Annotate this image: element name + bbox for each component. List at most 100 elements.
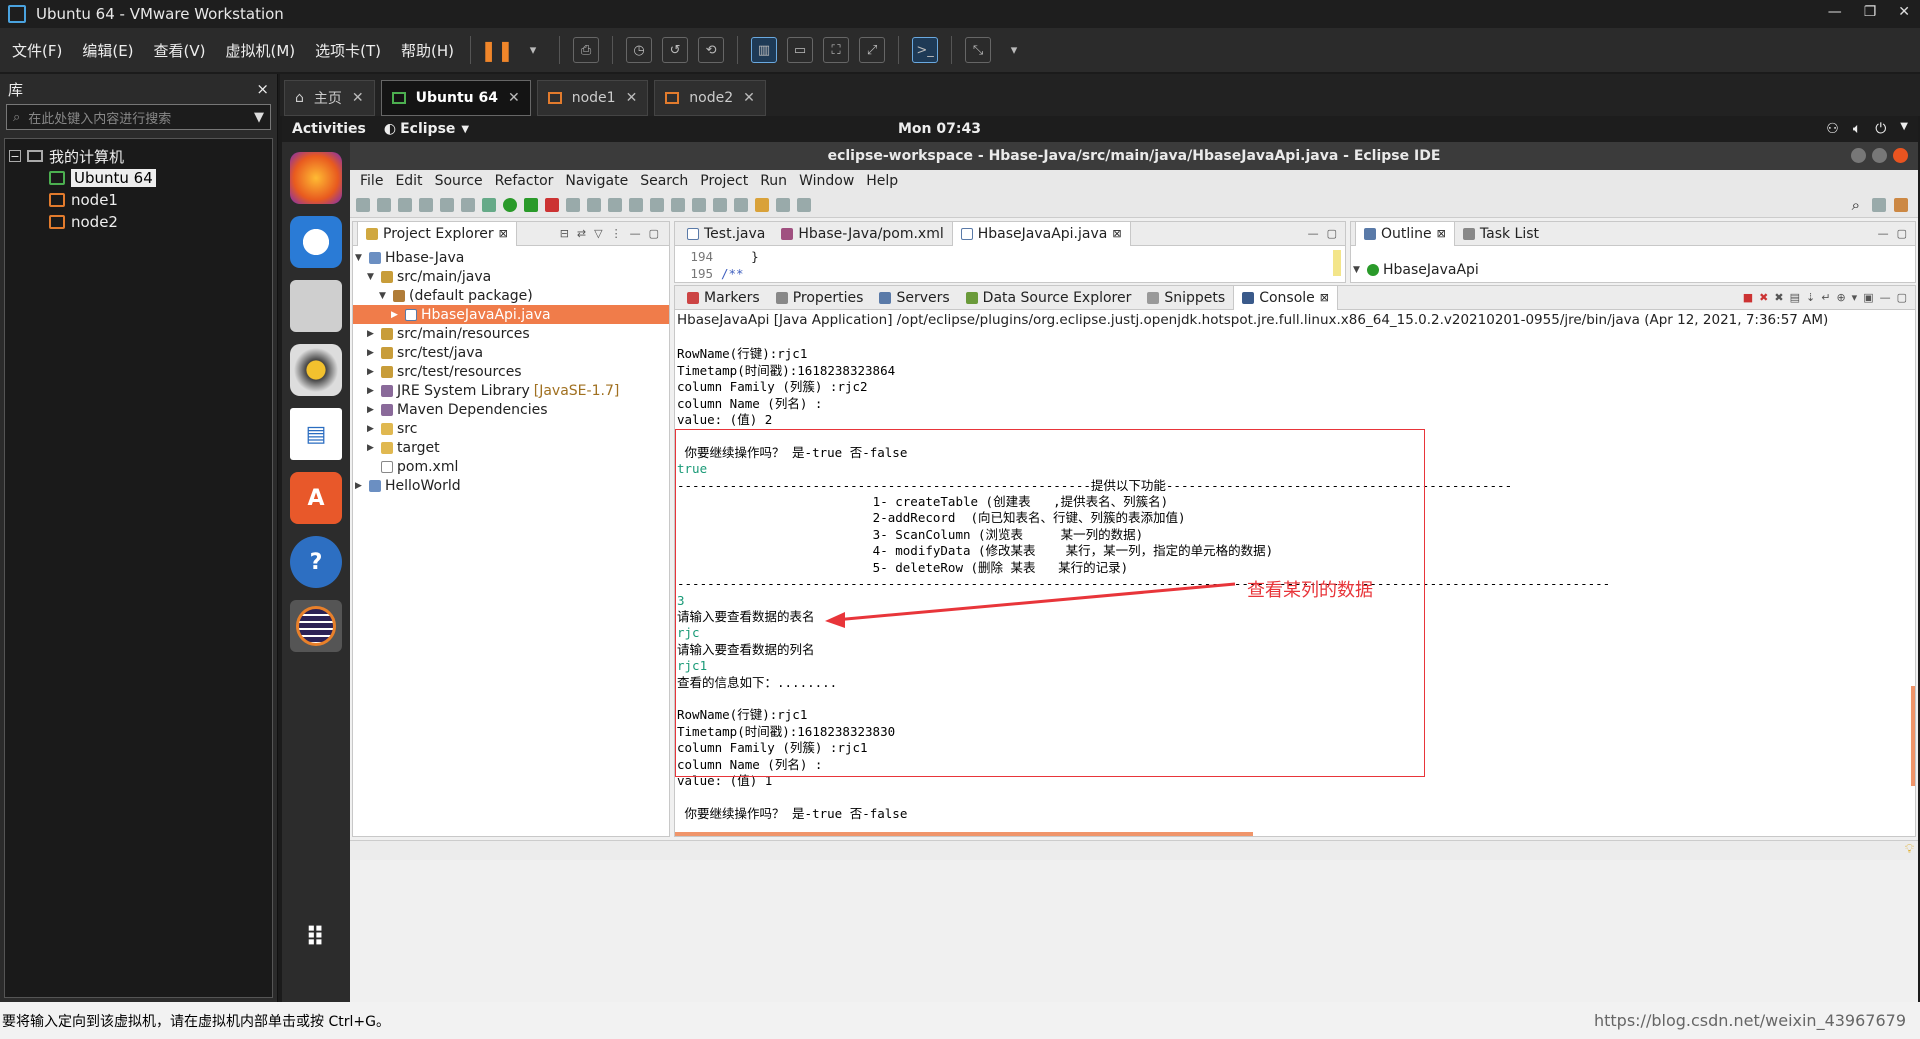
word-wrap-icon[interactable]: ↵ [1821,291,1830,304]
tree-node-project[interactable]: ▼ Hbase-Java [353,248,669,267]
tree-node-src[interactable]: ▶ src [353,419,669,438]
run-icon[interactable] [503,197,517,212]
tab-servers[interactable]: Servers [871,286,957,310]
close-tab-icon[interactable]: ✕ [626,90,638,106]
tab-properties[interactable]: Properties [768,286,872,310]
menu-window[interactable]: Window [793,173,860,189]
tab-console[interactable]: Console ⊠ [1233,285,1338,310]
menu-edit[interactable]: Edit [389,173,428,189]
pin-console-icon[interactable]: ⊕ [1836,291,1845,304]
collapsed-icon[interactable]: ▶ [367,443,377,453]
pause-icon[interactable]: ❚❚ [480,37,514,63]
mark-occurrences-icon[interactable] [671,197,685,212]
remove-all-icon[interactable]: ✖ [1774,291,1783,304]
expanded-icon[interactable]: ▼ [367,272,377,282]
tab-snippets[interactable]: Snippets [1139,286,1233,310]
collapsed-icon[interactable]: ▶ [355,481,365,491]
tab-data-source-explorer[interactable]: Data Source Explorer [958,286,1140,310]
activities-button[interactable]: Activities [292,121,366,137]
close-tab-icon[interactable]: ⊠ [1437,227,1446,240]
tree-node-src-test-resources[interactable]: ▶ src/test/resources [353,362,669,381]
firefox-icon[interactable] [290,152,342,204]
link-editor-icon[interactable]: ⇄ [577,227,586,240]
full-screen-icon[interactable]: ⛶ [823,37,850,63]
expanded-icon[interactable]: ▼ [355,253,365,263]
minimize-view-icon[interactable]: — [1880,291,1891,304]
eclipse-icon[interactable] [290,600,342,652]
forward-icon[interactable] [776,197,790,212]
guest-display[interactable]: Activities ◐ Eclipse ▼ Mon 07:43 ⚇ 🔈︎ ⏻ … [282,116,1918,1002]
menu-help[interactable]: Help [860,173,904,189]
tree-item-node1[interactable]: node1 [9,189,268,211]
pin-icon[interactable] [692,197,706,212]
library-close-icon[interactable]: × [256,80,269,98]
maximize-view-icon[interactable]: ▢ [1897,227,1907,240]
system-tray[interactable]: ⚇ 🔈︎ ⏻ ▼ [1826,121,1908,137]
back-icon[interactable] [755,197,769,212]
close-tab-icon[interactable]: ⊠ [1320,291,1329,304]
expanded-icon[interactable]: ▼ [1353,265,1363,275]
unity-icon[interactable]: ⤢ [859,37,886,63]
tab-test-java[interactable]: Test.java [679,222,773,246]
tab-home[interactable]: ⌂ 主页 ✕ [284,80,375,116]
collapse-icon[interactable]: − [9,150,21,163]
tree-node-maven[interactable]: ▶ Maven Dependencies [353,400,669,419]
tab-ubuntu64[interactable]: Ubuntu 64 ✕ [380,80,531,116]
overview-ruler[interactable] [1333,250,1341,276]
maximize-view-icon[interactable]: ▢ [1327,227,1337,240]
new-icon[interactable] [356,197,370,212]
menu-refactor[interactable]: Refactor [489,173,560,189]
writer-icon[interactable]: ▤ [290,408,342,460]
close-tab-icon[interactable]: ⊠ [1112,227,1121,240]
minimize-view-icon[interactable]: — [1878,227,1889,240]
tree-item-ubuntu[interactable]: Ubuntu 64 [9,167,268,189]
menu-project[interactable]: Project [694,173,754,189]
tree-node-target[interactable]: ▶ target [353,438,669,457]
revert-snapshot-icon[interactable]: ↺ [662,37,689,63]
chevron-down-icon[interactable]: ▼ [461,124,469,135]
collapsed-icon[interactable]: ▶ [367,348,377,358]
menu-file[interactable]: 文件(F) [6,40,70,61]
thumbnail-bar-icon[interactable]: ▭ [787,37,814,63]
library-search-input[interactable]: 在此处键入内容进行搜索 [28,108,246,127]
menu-source[interactable]: Source [429,173,489,189]
build-icon[interactable] [461,197,475,212]
minimize-view-icon[interactable]: — [1308,227,1319,240]
menu-edit[interactable]: 编辑(E) [76,40,141,61]
display-selected-icon[interactable]: ▾ [1852,291,1858,304]
print-icon[interactable] [419,197,433,212]
close-icon[interactable] [1893,148,1908,163]
help-icon[interactable]: ? [290,536,342,588]
tab-project-explorer[interactable]: Project Explorer ⊠ [357,221,517,246]
close-tab-icon[interactable]: ✕ [508,90,520,106]
menu-help[interactable]: 帮助(H) [395,40,462,61]
java-perspective-icon[interactable] [1894,197,1908,212]
toggle-icon[interactable] [440,197,454,212]
menu-tabs[interactable]: 选项卡(T) [309,40,389,61]
next-annotation-icon[interactable] [713,197,727,212]
clock[interactable]: Mon 07:43 [898,121,981,137]
tree-node-src-test-java[interactable]: ▶ src/test/java [353,343,669,362]
perspective-icon[interactable] [1872,197,1886,212]
filter-icon[interactable]: ▽ [594,227,602,240]
close-icon[interactable]: ✕ [1898,4,1910,20]
stretch-icon[interactable]: ⤡ [965,37,992,63]
save-all-icon[interactable] [398,197,412,212]
open-console-icon[interactable]: ▣ [1863,291,1873,304]
tree-node-pom[interactable]: pom.xml [353,457,669,476]
tree-node-hbasejavaapi[interactable]: ▶ HbaseJavaApi.java [353,305,669,324]
console-view-icon[interactable]: >_ [912,37,939,63]
view-menu-icon[interactable]: ⋮ [611,227,622,240]
rhythmbox-icon[interactable] [290,344,342,396]
snapshot-icon[interactable]: ◷ [626,37,653,63]
files-icon[interactable] [290,280,342,332]
library-search[interactable]: ⌕ 在此处键入内容进行搜索 ▼ [6,104,271,130]
outline-item[interactable]: ▼ HbaseJavaApi [1351,260,1915,279]
software-icon[interactable]: A [290,472,342,524]
debug-icon[interactable] [482,197,496,212]
scroll-lock-icon[interactable]: ⇣ [1806,291,1815,304]
dropdown-arrow-icon[interactable]: ▾ [1001,37,1027,63]
tab-task-list[interactable]: Task List [1455,222,1547,246]
new-class-icon[interactable] [566,197,580,212]
console-scrollbar[interactable] [675,832,1253,836]
